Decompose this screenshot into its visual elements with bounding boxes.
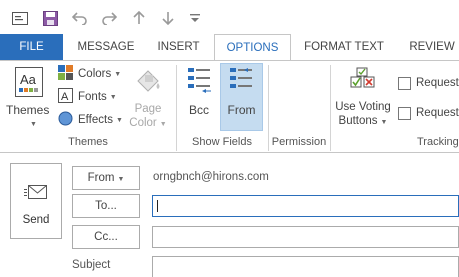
themes-button[interactable]: Aa Themes ▼ — [6, 65, 52, 133]
colors-label: Colors — [78, 68, 112, 80]
send-button[interactable]: Send — [10, 163, 62, 239]
fonts-button[interactable]: A Fonts ▼ — [58, 87, 117, 107]
from-button-label: From — [87, 172, 115, 184]
quick-access-toolbar — [0, 0, 459, 34]
customize-icon[interactable] — [186, 9, 204, 27]
chevron-down-icon: ▼ — [380, 119, 388, 126]
from-toggle-label: From — [227, 103, 256, 117]
subject-label: Subject — [72, 259, 111, 271]
chevron-down-icon: ▼ — [114, 70, 122, 78]
request-delivery-checkbox[interactable]: Request — [398, 73, 459, 93]
chevron-down-icon: ▼ — [159, 121, 167, 128]
effects-icon — [58, 111, 73, 129]
tab-format-text[interactable]: FORMAT TEXT — [299, 34, 389, 60]
fonts-label: Fonts — [78, 91, 107, 103]
group-label-permission: Permission — [271, 136, 327, 148]
chevron-down-icon: ▼ — [109, 93, 117, 101]
paint-bucket-icon — [134, 67, 164, 100]
ribbon: Aa Themes ▼ Colors ▼ A Fonts ▼ Effects ▼ — [0, 60, 459, 153]
page-color-label-line2: Color — [129, 117, 157, 129]
effects-button[interactable]: Effects ▼ — [58, 110, 123, 130]
bcc-icon — [188, 67, 212, 98]
chevron-down-icon: ▼ — [30, 121, 37, 128]
colors-button[interactable]: Colors ▼ — [58, 64, 121, 84]
group-label-tracking: Tracking — [417, 136, 459, 148]
group-label-show-fields: Show Fields — [192, 136, 252, 148]
up-arrow-icon[interactable] — [130, 9, 148, 27]
request-label: Request — [416, 77, 459, 89]
colors-icon — [58, 65, 73, 83]
svg-text:Aa: Aa — [20, 72, 37, 87]
tab-review[interactable]: REVIEW — [405, 34, 459, 60]
checkbox[interactable] — [398, 106, 411, 120]
request-read-checkbox[interactable]: Request — [398, 103, 459, 123]
from-address: orngbnch@hirons.com — [153, 171, 269, 183]
voting-label-line2: Buttons — [338, 115, 378, 127]
tab-message[interactable]: MESSAGE — [74, 34, 138, 60]
from-field-icon — [230, 67, 254, 98]
use-voting-buttons-button[interactable]: Use Voting Buttons ▼ — [332, 65, 392, 133]
voting-label-line1: Use Voting — [335, 101, 391, 113]
cc-button[interactable]: Cc... — [72, 225, 140, 249]
checkbox[interactable] — [398, 76, 411, 90]
themes-icon: Aa — [15, 67, 43, 100]
tab-file[interactable]: FILE — [0, 34, 63, 60]
ribbon-tabs: FILE MESSAGE INSERT OPTIONS FORMAT TEXT … — [0, 34, 459, 61]
bcc-button[interactable]: Bcc — [182, 65, 216, 127]
voting-icon — [350, 67, 378, 98]
bcc-label: Bcc — [188, 103, 209, 117]
down-arrow-icon[interactable] — [159, 9, 177, 27]
subject-field[interactable] — [152, 256, 459, 277]
undo-icon[interactable] — [71, 9, 89, 27]
page-color-label-line1: Page — [134, 103, 162, 115]
save-icon[interactable] — [41, 9, 59, 27]
effects-label: Effects — [78, 114, 113, 126]
to-field[interactable] — [152, 195, 459, 217]
request-label: Request — [416, 107, 459, 119]
cc-field[interactable] — [152, 226, 459, 248]
to-button[interactable]: To... — [72, 194, 140, 218]
from-button[interactable]: From ▼ — [72, 166, 140, 190]
themes-label: Themes — [6, 103, 50, 117]
from-toggle-button[interactable]: From — [220, 63, 263, 131]
svg-text:A: A — [61, 91, 69, 103]
send-icon — [24, 184, 48, 203]
fonts-icon: A — [58, 88, 73, 106]
chevron-down-icon: ▼ — [115, 116, 123, 124]
chevron-down-icon: ▼ — [117, 176, 125, 183]
tab-insert[interactable]: INSERT — [151, 34, 206, 60]
send-label: Send — [22, 214, 50, 226]
text-cursor — [157, 200, 158, 212]
group-label-themes: Themes — [68, 136, 108, 148]
mail-icon — [11, 9, 29, 27]
group-separator — [330, 65, 331, 151]
redo-icon[interactable] — [100, 9, 118, 27]
tab-options[interactable]: OPTIONS — [214, 34, 291, 61]
page-color-button[interactable]: Page Color ▼ — [126, 67, 170, 133]
